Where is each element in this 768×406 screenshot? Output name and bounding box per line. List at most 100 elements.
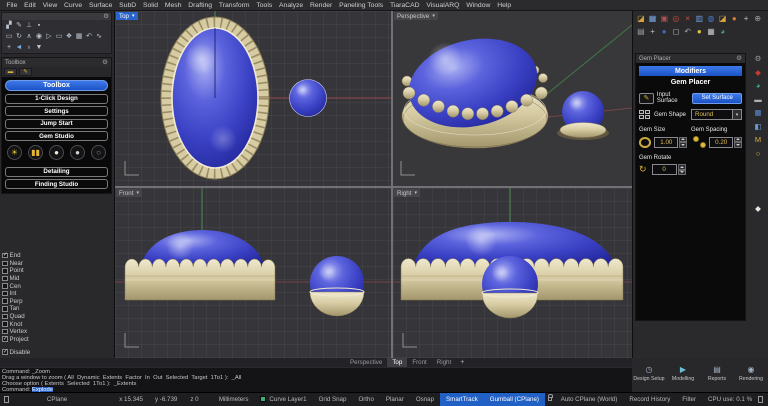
display-panel-icon[interactable]: ▬ <box>754 96 762 104</box>
checkbox[interactable] <box>2 321 8 327</box>
toolbox-button[interactable]: Jump Start <box>5 119 108 129</box>
gem-shape-select[interactable]: Round <box>691 109 733 120</box>
gem-spacing-input[interactable]: 0.20 <box>709 137 733 148</box>
color-wheel-icon[interactable]: ◕ <box>756 82 761 90</box>
gem-size-input[interactable]: 1.00 <box>654 137 678 148</box>
chevron-down-icon[interactable]: ▾ <box>136 190 139 196</box>
checkbox[interactable] <box>2 253 8 259</box>
panel-icon[interactable] <box>758 396 763 403</box>
gem-cabochon-icon[interactable]: ● <box>70 145 85 160</box>
viewport-front[interactable]: Front ▾ <box>115 188 391 358</box>
osnap-option[interactable]: Cen <box>2 282 114 290</box>
tab-gold-bar-icon[interactable]: ▬ <box>4 68 17 76</box>
panel-icon[interactable]: ▥ <box>693 12 705 25</box>
dock-button[interactable]: ◉ Rendering <box>735 365 768 382</box>
materials-m-icon[interactable]: M <box>755 136 761 144</box>
menu-item[interactable]: Window <box>463 2 494 9</box>
gem-sphere-top-view[interactable] <box>290 80 327 117</box>
hatch-icon[interactable]: ▦ <box>74 32 84 41</box>
viewport-top[interactable]: Top ▾ <box>115 11 391 186</box>
sphere-cup[interactable] <box>560 123 606 138</box>
lock-icon[interactable] <box>548 397 552 401</box>
sketch-icon[interactable]: ✎ <box>14 21 24 30</box>
menu-item[interactable]: Analyze <box>276 2 307 9</box>
menu-item[interactable]: Transform <box>215 2 253 9</box>
input-surface-icon[interactable]: ✎ <box>639 93 654 104</box>
bulb-icon[interactable]: ● <box>693 25 705 38</box>
toolbox-button[interactable]: Settings <box>5 106 108 116</box>
undo-icon[interactable]: ↶ <box>682 25 694 38</box>
polyline-icon[interactable]: ∧ <box>24 32 34 41</box>
add-icon[interactable]: + <box>740 12 752 25</box>
osnap-option[interactable]: Project <box>2 335 114 343</box>
grid-icon[interactable]: ▦ <box>705 25 717 38</box>
gem-rotate-stepper[interactable] <box>678 164 686 175</box>
menu-item[interactable]: Edit <box>21 2 40 9</box>
dock-button[interactable]: ▤ Reports <box>701 365 734 382</box>
display-icon[interactable]: ▣ <box>658 12 670 25</box>
osnap-option[interactable]: Vertex <box>2 328 114 336</box>
osnap-option[interactable]: Mid <box>2 275 114 283</box>
chevron-down-icon[interactable]: ▾ <box>414 190 417 196</box>
menu-item[interactable]: VisualARQ <box>423 2 463 9</box>
toolbox-button[interactable]: Detailing <box>5 167 108 177</box>
close-icon[interactable]: × <box>682 12 694 25</box>
status-toggle[interactable]: SmartTrack <box>440 393 484 406</box>
selection-box-icon[interactable]: ◻ <box>670 25 682 38</box>
checkbox[interactable] <box>2 329 8 335</box>
status-toggle[interactable]: Gumball (CPlane) <box>484 393 545 406</box>
units-button[interactable]: Millimeters <box>213 396 255 403</box>
gem-rotate-input[interactable]: 0 <box>652 164 677 175</box>
crosshair-icon[interactable]: + <box>4 43 14 52</box>
control-points-icon[interactable]: ❖ <box>64 32 74 41</box>
osnap-option[interactable]: Int <box>2 290 114 298</box>
checkbox[interactable] <box>2 283 8 289</box>
gem-none-icon[interactable]: ○ <box>91 145 106 160</box>
gear-icon[interactable]: ⚙ <box>103 14 109 20</box>
menu-item[interactable]: Drafting <box>185 2 216 9</box>
status-toggle[interactable]: Planar <box>380 393 410 406</box>
gear-icon[interactable]: ⚙ <box>736 56 742 62</box>
gear-icon[interactable]: ⚙ <box>102 60 108 66</box>
cplane-button[interactable]: CPlane <box>41 396 73 403</box>
circle-center-icon[interactable]: ◉ <box>34 32 44 41</box>
material-icon[interactable]: ◆ <box>755 69 761 77</box>
menu-item[interactable]: Help <box>494 2 515 9</box>
menu-item[interactable]: Surface <box>86 2 116 9</box>
chevron-down-icon[interactable]: ▾ <box>733 109 742 120</box>
gear-icon[interactable]: ⚙ <box>755 55 762 63</box>
layer-button[interactable]: Curve Layer1 <box>254 396 312 403</box>
checkbox[interactable] <box>2 298 8 304</box>
status-toggle[interactable]: Auto CPlane (World) <box>555 393 624 406</box>
globe-icon[interactable]: ⊕ <box>752 12 764 25</box>
checkbox[interactable] <box>2 349 8 355</box>
add-viewport-icon[interactable]: + <box>460 359 464 366</box>
osnap-option[interactable]: End <box>2 252 114 260</box>
status-toggle[interactable]: Ortho <box>352 393 379 406</box>
gem-brilliant-icon[interactable]: ☀ <box>7 145 22 160</box>
menu-item[interactable]: View <box>39 2 60 9</box>
viewport-label-perspective[interactable]: Perspective ▾ <box>394 12 438 20</box>
status-toggle[interactable]: Osnap <box>410 393 440 406</box>
menu-item[interactable]: SubD <box>116 2 140 9</box>
freeform-curve-icon[interactable]: ∿ <box>94 32 104 41</box>
tab-pencil-icon[interactable]: ✎ <box>19 68 32 76</box>
target-icon[interactable]: ◎ <box>670 12 682 25</box>
menu-item[interactable]: Tools <box>253 2 276 9</box>
checkbox[interactable] <box>2 276 8 282</box>
viewport-tab[interactable]: Front <box>407 358 431 367</box>
viewport-perspective[interactable]: Perspective ▾ <box>393 11 632 186</box>
toolbox-titlebar[interactable]: Toolbox ⚙ <box>2 58 111 67</box>
checkbox[interactable] <box>2 268 8 274</box>
plane-icon[interactable]: ▭ <box>54 32 64 41</box>
chevron-down-icon[interactable]: ▾ <box>132 13 135 19</box>
viewport-tab[interactable]: Perspective <box>345 358 387 367</box>
bezel-band-front[interactable] <box>125 259 275 300</box>
dock-button[interactable]: ◷ Design Setup <box>633 365 666 382</box>
gem-white-icon[interactable]: ◆ <box>755 205 761 213</box>
ring-icon[interactable]: ○ <box>756 150 761 158</box>
chevron-down-icon[interactable]: ▾ <box>432 13 435 19</box>
layers-panel-icon[interactable]: ▦ <box>754 109 761 117</box>
toolbox-button[interactable]: Gem Studio <box>5 131 108 141</box>
checkbox[interactable] <box>2 261 8 267</box>
